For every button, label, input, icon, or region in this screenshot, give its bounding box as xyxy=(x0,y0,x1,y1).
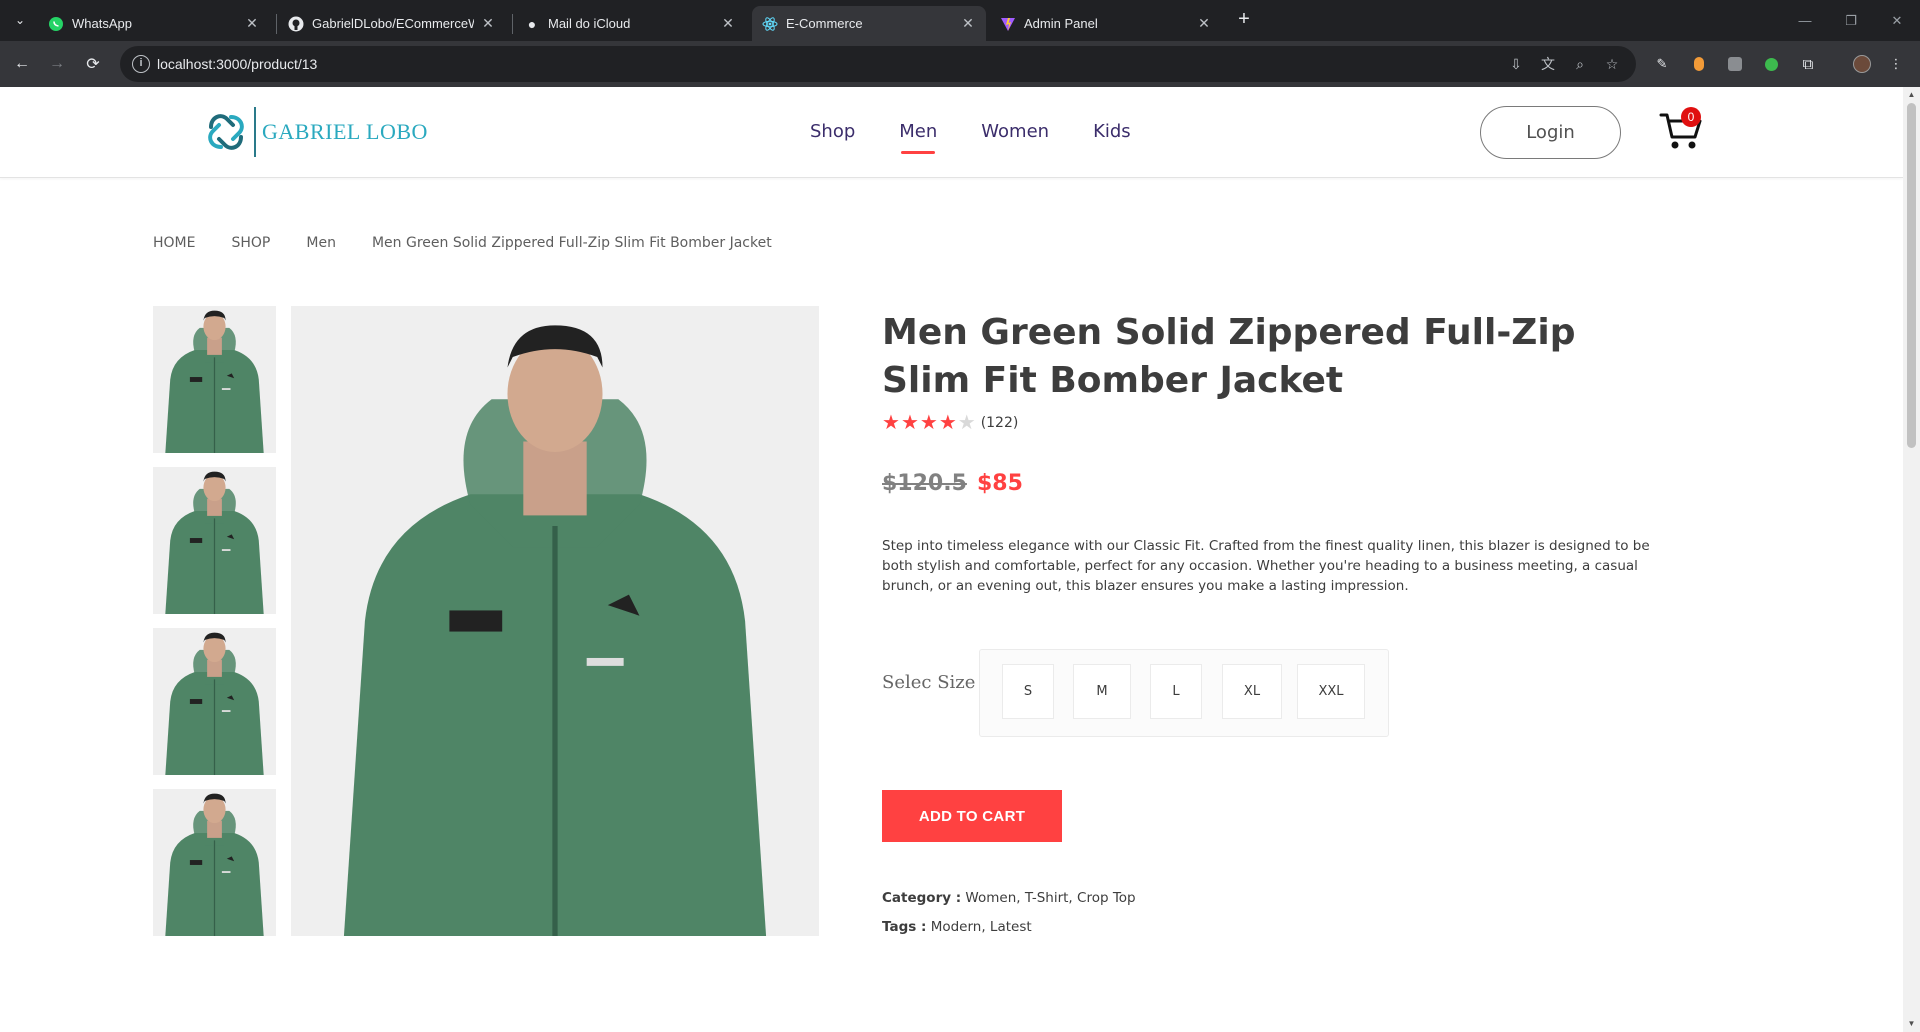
browser-tab-bar: ⌄ WhatsApp ✕ GabrielDLobo/ECommerceWith … xyxy=(0,0,1920,41)
size-option-xl[interactable]: XL xyxy=(1222,664,1282,719)
nav-women[interactable]: Women xyxy=(981,121,1049,142)
tab-whatsapp[interactable]: WhatsApp ✕ xyxy=(38,6,270,41)
size-option-s[interactable]: S xyxy=(1002,664,1054,719)
close-icon[interactable]: ✕ xyxy=(244,15,260,32)
bookmark-star-icon[interactable]: ☆ xyxy=(1602,54,1622,74)
product-category: Category : Women, T-Shirt, Crop Top xyxy=(882,890,1136,906)
extension-gray-icon[interactable] xyxy=(1725,54,1745,74)
product-tags: Tags : Modern, Latest xyxy=(882,919,1032,935)
minimize-button[interactable]: — xyxy=(1782,0,1828,41)
profile-avatar[interactable] xyxy=(1852,54,1872,74)
zoom-icon[interactable]: ⌕ xyxy=(1570,54,1590,74)
react-icon xyxy=(762,16,778,32)
category-label: Category : xyxy=(882,890,962,906)
star-icon: ★ xyxy=(882,412,900,434)
breadcrumb-home[interactable]: HOME xyxy=(153,235,195,251)
tab-label: Mail do iCloud xyxy=(548,16,631,31)
extensions-puzzle-icon[interactable]: ⧉ xyxy=(1798,54,1818,74)
extension-orange-icon[interactable] xyxy=(1689,54,1709,74)
breadcrumb-shop[interactable]: SHOP xyxy=(231,235,270,251)
back-arrow-icon[interactable]: ← xyxy=(9,51,35,77)
scroll-up-icon[interactable]: ▲ xyxy=(1906,90,1917,99)
page-scrollbar[interactable]: ▲ ▼ xyxy=(1903,87,1920,1032)
size-label: Selec Size xyxy=(882,672,976,693)
site-header: GABRIEL LOBO Shop Men Women Kids Login 0 xyxy=(0,87,1903,178)
scrollbar-thumb[interactable] xyxy=(1907,103,1916,448)
url-text: localhost:3000/product/13 xyxy=(157,56,318,72)
breadcrumb-product: Men Green Solid Zippered Full-Zip Slim F… xyxy=(371,235,772,251)
product-thumbnail[interactable] xyxy=(153,306,276,453)
rating-count: (122) xyxy=(980,415,1019,431)
star-icon: ★ xyxy=(900,412,919,434)
star-icon: ★ xyxy=(919,412,938,434)
product-title: Men Green Solid Zippered Full-Zip Slim F… xyxy=(882,312,1576,401)
window-close-button[interactable]: ✕ xyxy=(1874,0,1920,41)
site-info-icon[interactable]: i xyxy=(132,55,150,73)
star-icon: ★ xyxy=(938,412,957,434)
translate-icon[interactable]: 文 xyxy=(1538,54,1558,74)
browser-toolbar: ← → ⟳ i localhost:3000/product/13 ⇩ 文 ⌕ … xyxy=(0,41,1920,87)
tab-search-icon[interactable]: ⌄ xyxy=(8,8,32,32)
close-icon[interactable]: ✕ xyxy=(480,15,496,32)
size-selector: S M L XL XXL xyxy=(979,649,1389,737)
product-description: Step into timeless elegance with our Cla… xyxy=(882,538,1650,594)
close-icon[interactable]: ✕ xyxy=(1196,15,1212,32)
tags-label: Tags : xyxy=(882,919,927,935)
address-bar[interactable]: i localhost:3000/product/13 ⇩ 文 ⌕ ☆ xyxy=(120,46,1636,82)
tab-separator xyxy=(276,14,277,34)
nav-men[interactable]: Men xyxy=(899,121,937,154)
restore-button[interactable]: ❐ xyxy=(1828,0,1874,41)
tab-label: E-Commerce xyxy=(786,16,863,31)
logo[interactable]: GABRIEL LOBO xyxy=(203,107,428,157)
tags-value: Modern, Latest xyxy=(930,919,1032,935)
tab-github[interactable]: GabrielDLobo/ECommerceWith ✕ xyxy=(278,6,506,41)
tab-ecommerce[interactable]: E-Commerce ✕ xyxy=(752,6,986,41)
close-icon[interactable]: ✕ xyxy=(720,15,736,32)
size-option-l[interactable]: L xyxy=(1150,664,1202,719)
nav-kids[interactable]: Kids xyxy=(1093,121,1131,142)
tab-separator xyxy=(512,14,513,34)
vite-icon xyxy=(1000,16,1016,32)
tab-label: Admin Panel xyxy=(1024,16,1098,31)
product-thumbnails xyxy=(153,306,276,950)
apple-icon: ● xyxy=(527,15,537,32)
new-tab-button[interactable]: + xyxy=(1232,8,1256,32)
product-main-image xyxy=(291,306,819,936)
eyedropper-extension-icon[interactable]: ✎ xyxy=(1652,54,1672,74)
scroll-down-icon[interactable]: ▼ xyxy=(1906,1019,1917,1028)
product-thumbnail[interactable] xyxy=(153,789,276,936)
github-icon xyxy=(288,16,304,32)
tab-label: GabrielDLobo/ECommerceWith xyxy=(312,16,474,31)
extension-green-icon[interactable] xyxy=(1761,54,1781,74)
product-thumbnail[interactable] xyxy=(153,467,276,614)
logo-mark-icon xyxy=(208,114,244,150)
size-option-m[interactable]: M xyxy=(1073,664,1131,719)
old-price: $120.5 xyxy=(882,471,967,496)
main-nav: Shop Men Women Kids xyxy=(810,121,1175,154)
tab-label: WhatsApp xyxy=(72,16,132,31)
tab-icloud-mail[interactable]: ● Mail do iCloud ✕ xyxy=(514,6,746,41)
close-icon[interactable]: ✕ xyxy=(960,15,976,32)
product-thumbnail[interactable] xyxy=(153,628,276,775)
reload-icon[interactable]: ⟳ xyxy=(80,51,106,77)
breadcrumb: HOME SHOP Men Men Green Solid Zippered F… xyxy=(153,235,808,251)
browser-menu-icon[interactable]: ⋮ xyxy=(1886,54,1906,74)
page: GABRIEL LOBO Shop Men Women Kids Login 0… xyxy=(0,87,1903,1032)
cart-count-badge: 0 xyxy=(1681,107,1701,127)
forward-arrow-icon[interactable]: → xyxy=(44,51,70,77)
logo-text: GABRIEL LOBO xyxy=(262,119,428,144)
product-rating: ★ ★ ★ ★ ★ (122) xyxy=(882,413,1018,433)
logo-divider xyxy=(254,107,256,157)
star-empty-icon: ★ xyxy=(957,412,976,434)
install-app-icon[interactable]: ⇩ xyxy=(1506,54,1526,74)
tab-admin-panel[interactable]: Admin Panel ✕ xyxy=(990,6,1222,41)
login-button[interactable]: Login xyxy=(1480,106,1621,159)
breadcrumb-category[interactable]: Men xyxy=(306,235,336,251)
new-price: $85 xyxy=(977,471,1023,496)
whatsapp-icon xyxy=(48,16,64,32)
category-value: Women, T-Shirt, Crop Top xyxy=(965,890,1136,906)
add-to-cart-button[interactable]: ADD TO CART xyxy=(882,790,1062,842)
nav-shop[interactable]: Shop xyxy=(810,121,855,142)
size-option-xxl[interactable]: XXL xyxy=(1297,664,1365,719)
